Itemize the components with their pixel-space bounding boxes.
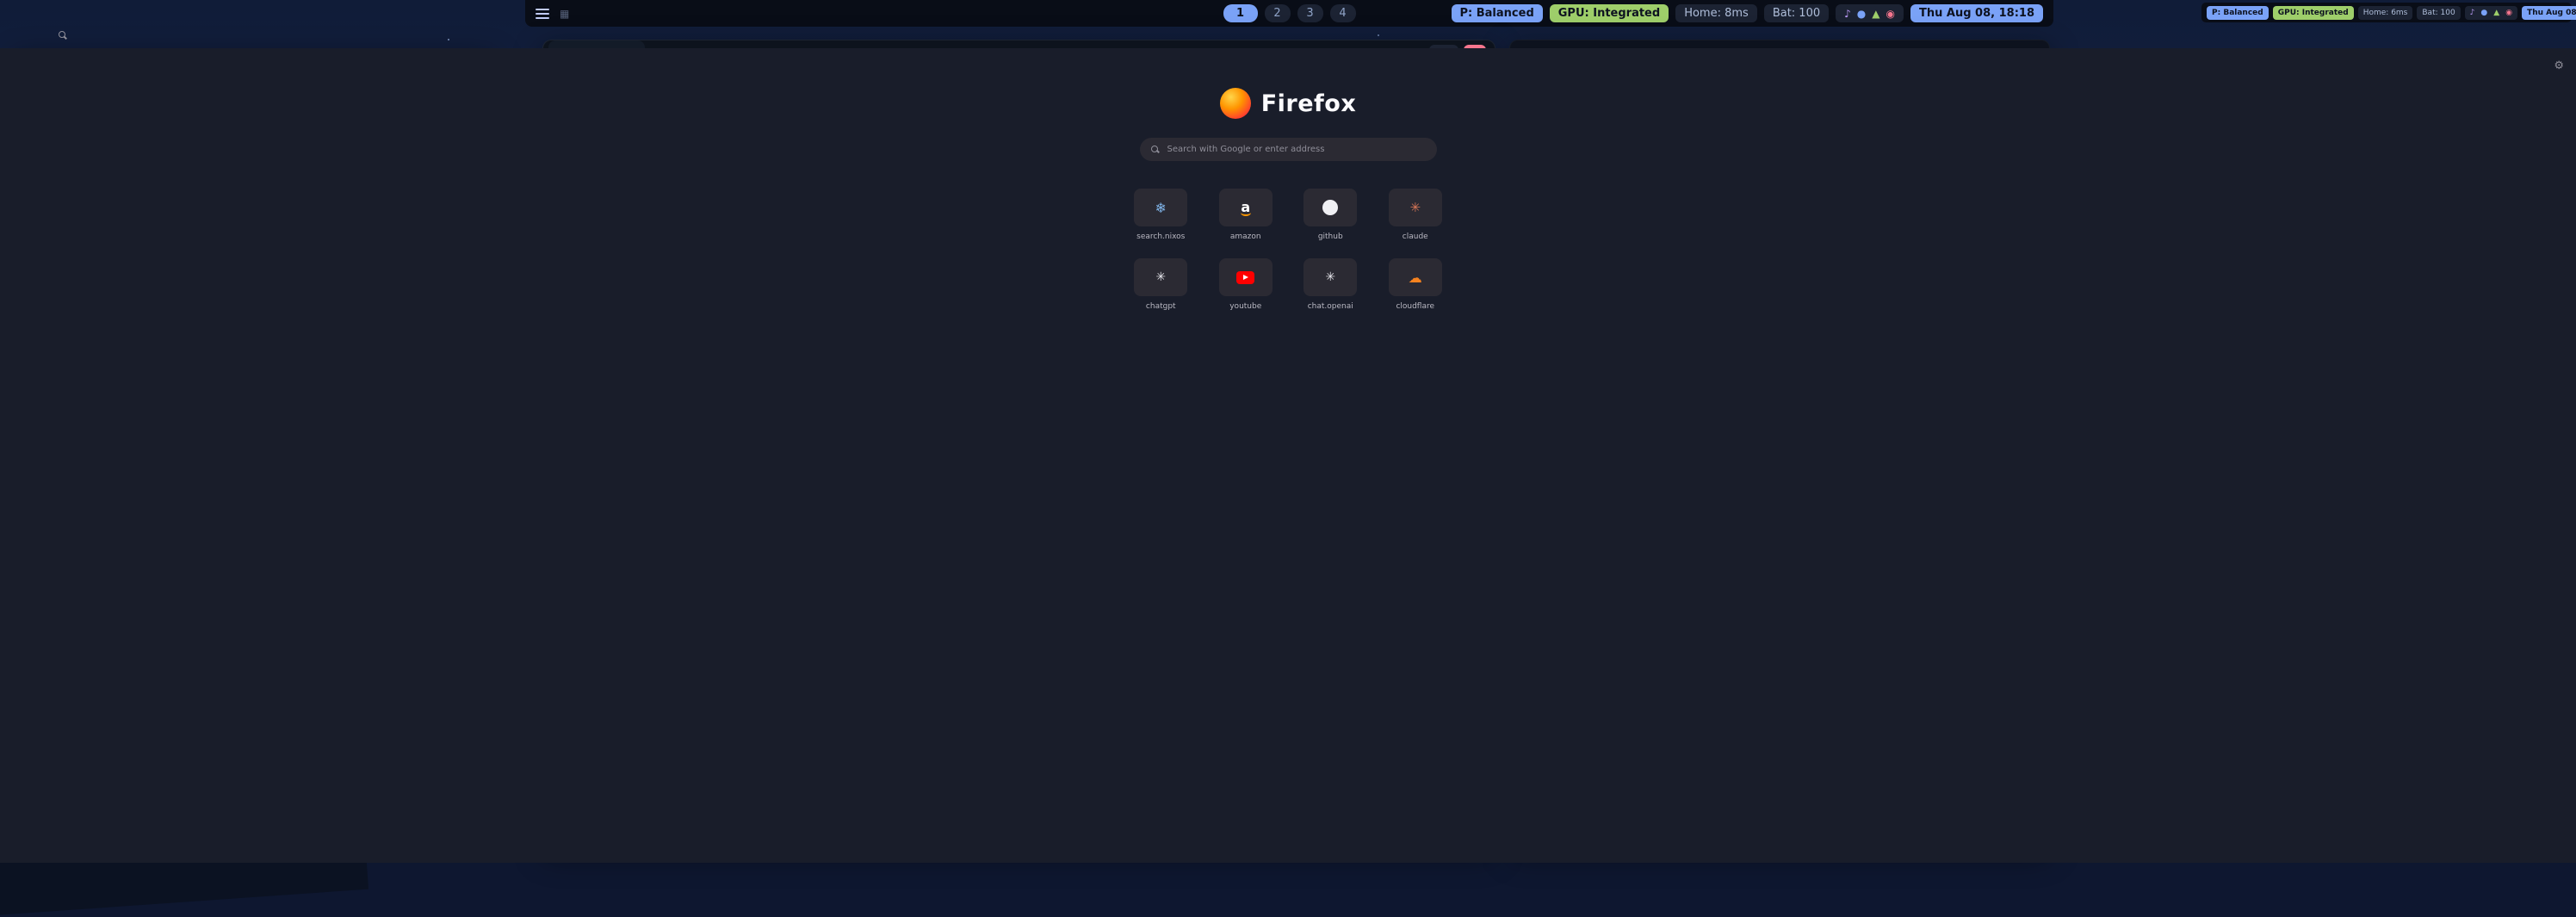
- tray-icon[interactable]: ◉: [1886, 8, 1895, 20]
- stars: [0, 0, 2, 2]
- system-tray: ♪ ● ▲ ◉: [1836, 4, 1904, 22]
- battery-module[interactable]: Bat: 100: [1764, 4, 1829, 22]
- clock-module[interactable]: Thu Aug 08, 18:18: [2522, 6, 2576, 20]
- firefox-newtab-page: ⚙ Firefox Search with Google or enter ad…: [0, 48, 443, 442]
- workspace-button-3[interactable]: 3: [1297, 4, 1323, 22]
- power-profile-module[interactable]: P: Balanced: [2207, 6, 2269, 20]
- layout-indicator-icon[interactable]: ▦: [560, 8, 569, 20]
- tray-icon[interactable]: ♪: [2470, 9, 2475, 17]
- ping-module[interactable]: Home: 6ms: [2358, 6, 2413, 20]
- ping-module[interactable]: Home: 8ms: [1675, 4, 1757, 22]
- tray-icon[interactable]: ♪: [1844, 8, 1851, 20]
- workspace-list: 1234: [1223, 4, 1356, 22]
- tray-icon[interactable]: ◉: [2505, 9, 2512, 17]
- tray-icon[interactable]: ●: [2480, 9, 2487, 17]
- system-tray: ♪ ● ▲ ◉: [2465, 6, 2517, 20]
- search-icon: [59, 31, 67, 40]
- firefox-window[interactable]: New Tab + — □ × ← → ↻ Search with Google…: [0, 0, 443, 442]
- tray-icon[interactable]: ▲: [2493, 9, 2499, 17]
- top-bar-primary: ▦ 1234 P: Balanced GPU: Integrated Home:…: [525, 0, 2053, 27]
- clock-module[interactable]: Thu Aug 08, 18:18: [1910, 4, 2043, 22]
- tray-icon[interactable]: ●: [1857, 8, 1866, 20]
- top-bar-secondary: P: Balanced GPU: Integrated Home: 6ms Ba…: [2201, 3, 2572, 22]
- battery-module[interactable]: Bat: 100: [2417, 6, 2460, 20]
- workspace-button-2[interactable]: 2: [1265, 4, 1291, 22]
- tray-icon[interactable]: ▲: [1872, 8, 1879, 20]
- workspace-button-4[interactable]: 4: [1330, 4, 1356, 22]
- power-profile-module[interactable]: P: Balanced: [1452, 4, 1543, 22]
- menu-icon[interactable]: [536, 9, 549, 19]
- gpu-module[interactable]: GPU: Integrated: [2273, 6, 2354, 20]
- workspace-button-1[interactable]: 1: [1223, 4, 1258, 22]
- gpu-module[interactable]: GPU: Integrated: [1550, 4, 1669, 22]
